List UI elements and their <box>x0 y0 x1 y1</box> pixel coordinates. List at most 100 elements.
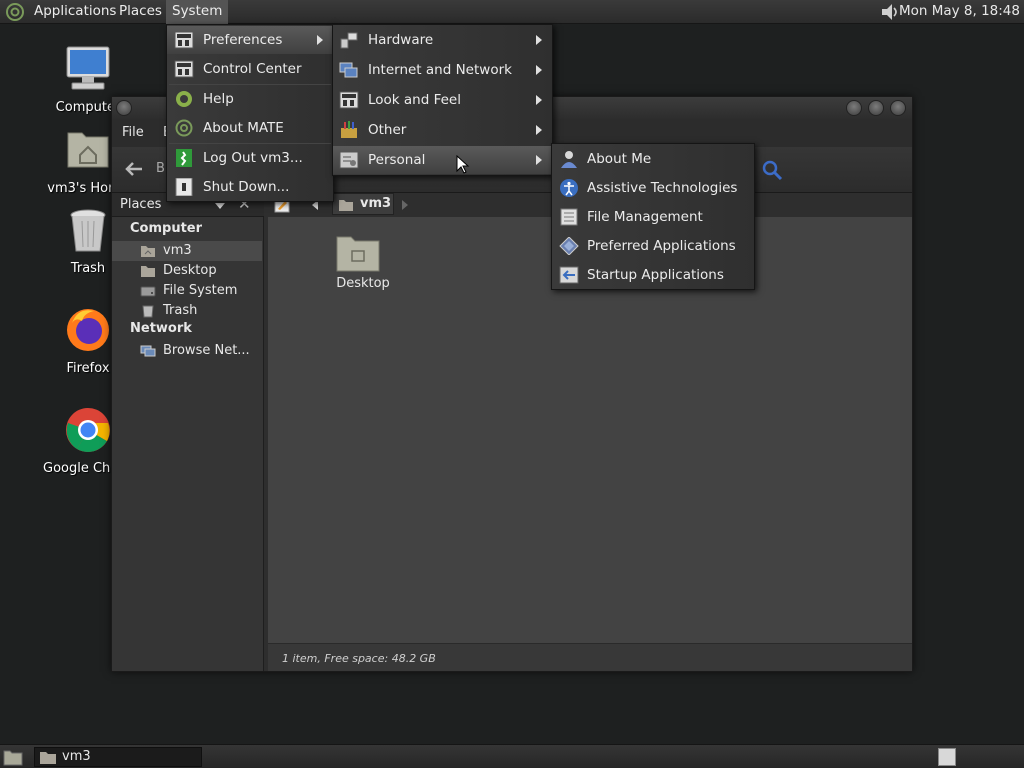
chrome-icon <box>66 408 110 452</box>
applications-menu[interactable]: Applications <box>28 0 122 24</box>
file-item-label: Desktop <box>336 276 390 291</box>
menu-item-label: Log Out vm3... <box>203 150 303 166</box>
window-menu-button[interactable] <box>116 100 132 116</box>
menu-item-label: Preferences <box>203 32 283 48</box>
file-menu[interactable]: File <box>122 125 144 140</box>
back-button-label[interactable]: B <box>156 161 165 176</box>
personal-submenu: About Me Assistive Technologies File Man… <box>551 143 755 290</box>
sidebar-item-label: Browse Net... <box>163 343 250 358</box>
computer-icon <box>66 46 110 90</box>
trash-icon <box>142 305 154 318</box>
startup-applications-icon <box>559 266 579 284</box>
log-out-icon <box>176 149 192 167</box>
status-bar: 1 item, Free space: 48.2 GB <box>268 643 912 671</box>
home-icon <box>141 246 155 257</box>
home-folder-icon <box>67 132 109 168</box>
clock[interactable]: Mon May 8, 18:48 <box>899 0 1020 24</box>
taskbar-window-vm3[interactable]: vm3 <box>34 747 202 767</box>
preferred-applications-icon <box>559 237 579 255</box>
submenu-arrow-icon <box>317 35 323 45</box>
submenu-arrow-icon <box>536 95 542 105</box>
menu-item-label: Preferred Applications <box>587 238 736 254</box>
help-icon <box>176 91 192 107</box>
submenu-arrow-icon <box>536 125 542 135</box>
menu-item-label: About MATE <box>203 120 284 136</box>
menu-item-shut-down[interactable]: Shut Down... <box>167 173 333 201</box>
menu-item-label: Assistive Technologies <box>587 180 738 196</box>
path-button-label: vm3 <box>360 196 392 211</box>
file-item-desktop[interactable]: Desktop <box>320 233 394 297</box>
path-right-arrow-icon[interactable] <box>402 200 408 210</box>
menu-item-personal[interactable]: Personal <box>333 146 552 174</box>
menu-item-label: Other <box>368 122 407 138</box>
sidebar-item-label: Trash <box>163 303 198 318</box>
status-text: 1 item, Free space: 48.2 GB <box>282 652 436 665</box>
submenu-arrow-icon <box>536 35 542 45</box>
menu-item-label: Hardware <box>368 32 434 48</box>
menu-item-label: Help <box>203 91 234 107</box>
show-desktop-icon[interactable] <box>3 748 23 766</box>
menu-item-other[interactable]: Other <box>333 116 552 144</box>
sidebar-item-trash[interactable]: Trash <box>112 301 262 321</box>
menu-item-label: Control Center <box>203 61 302 77</box>
sidebar-heading-network: Network <box>130 321 192 336</box>
menu-item-control-center[interactable]: Control Center <box>167 55 333 83</box>
menu-item-label: About Me <box>587 151 652 167</box>
menu-item-hardware[interactable]: Hardware <box>333 26 552 54</box>
sidebar-item-label: vm3 <box>163 243 192 258</box>
sidebar-item-file-system[interactable]: File System <box>112 281 262 301</box>
menu-item-about-me[interactable]: About Me <box>552 145 754 173</box>
menu-item-log-out[interactable]: Log Out vm3... <box>167 144 333 172</box>
network-icon <box>339 62 358 78</box>
chevron-down-icon[interactable] <box>215 203 225 209</box>
search-icon[interactable] <box>760 159 784 181</box>
shut-down-icon <box>175 178 193 196</box>
close-button[interactable] <box>890 100 906 116</box>
places-menu[interactable]: Places <box>113 0 168 24</box>
menu-item-help[interactable]: Help <box>167 85 333 113</box>
menu-item-label: Look and Feel <box>368 92 461 108</box>
network-icon <box>140 345 156 357</box>
menu-item-label: Internet and Network <box>368 62 512 78</box>
places-sidebar: Places ✕ Computer vm3 Desktop File Syste… <box>112 193 264 671</box>
preferences-submenu: Hardware Internet and Network Look and F… <box>332 24 553 176</box>
other-icon <box>341 121 357 138</box>
mate-logo-icon[interactable] <box>4 2 26 22</box>
hardware-icon <box>340 32 358 49</box>
accessibility-icon <box>560 179 578 197</box>
preferences-icon <box>174 31 194 49</box>
menu-item-label: Startup Applications <box>587 267 724 283</box>
menu-item-label: Shut Down... <box>203 179 290 195</box>
sidebar-item-vm3[interactable]: vm3 <box>112 241 262 261</box>
user-icon <box>561 151 577 168</box>
menu-item-label: Personal <box>368 152 426 168</box>
sidebar-item-label: Desktop <box>163 263 217 278</box>
menu-item-preferences[interactable]: Preferences <box>167 26 333 54</box>
back-arrow-icon[interactable] <box>122 159 146 179</box>
maximize-button[interactable] <box>868 100 884 116</box>
menu-item-about-mate[interactable]: About MATE <box>167 114 333 142</box>
places-selector[interactable]: Places <box>120 197 161 212</box>
drive-icon <box>140 286 156 297</box>
sidebar-heading-computer: Computer <box>130 221 203 236</box>
taskbar-window-label: vm3 <box>62 749 91 764</box>
workspace-switcher[interactable] <box>938 748 956 766</box>
menu-item-file-management[interactable]: File Management <box>552 203 754 231</box>
sidebar-item-browse-network[interactable]: Browse Net... <box>112 341 262 361</box>
menu-item-startup-applications[interactable]: Startup Applications <box>552 261 754 289</box>
mouse-cursor-icon <box>456 155 470 174</box>
sidebar-item-desktop[interactable]: Desktop <box>112 261 262 281</box>
path-button-vm3[interactable]: vm3 <box>332 193 394 215</box>
menu-item-label: File Management <box>587 209 703 225</box>
firefox-icon <box>67 309 109 351</box>
menu-item-look-and-feel[interactable]: Look and Feel <box>333 86 552 114</box>
file-management-icon <box>560 208 578 226</box>
home-folder-icon <box>40 752 56 764</box>
menu-item-assistive-technologies[interactable]: Assistive Technologies <box>552 174 754 202</box>
system-menu[interactable]: System <box>166 0 229 24</box>
menu-item-preferred-applications[interactable]: Preferred Applications <box>552 232 754 260</box>
top-panel: Applications Places System Mon May 8, 18… <box>0 0 1024 24</box>
minimize-button[interactable] <box>846 100 862 116</box>
menu-item-internet-network[interactable]: Internet and Network <box>333 56 552 84</box>
look-and-feel-icon <box>339 91 359 109</box>
